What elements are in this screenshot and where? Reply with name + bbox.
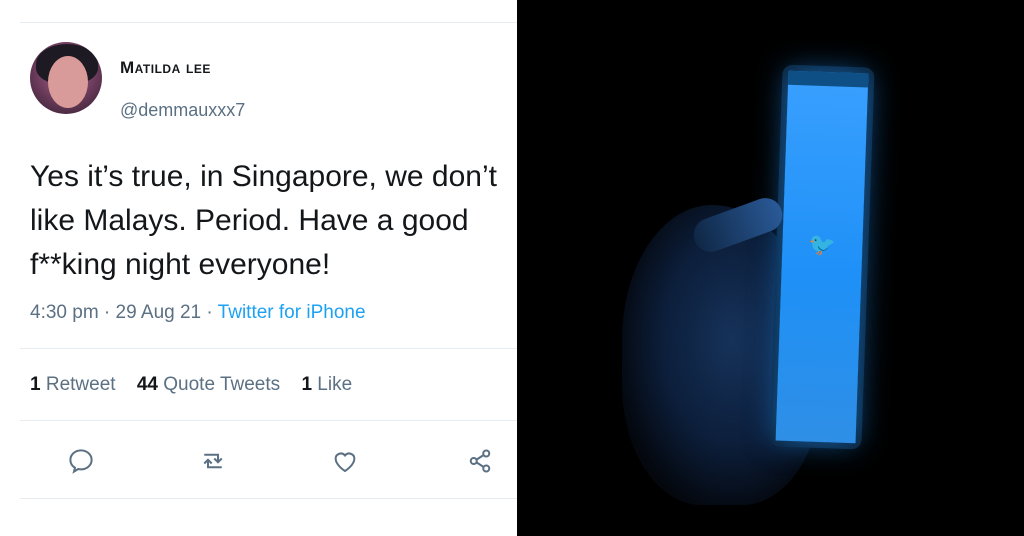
phone-status-bar <box>787 70 869 88</box>
smartphone: 🐦 <box>769 64 875 450</box>
like-icon <box>334 452 356 473</box>
retweet-count: 1 <box>30 374 41 395</box>
divider <box>20 498 517 499</box>
like-count: 1 <box>301 374 313 395</box>
tweet-source[interactable]: Twitter for iPhone <box>218 302 366 323</box>
tweet-stats: 1 Retweet 44 Quote Tweets 1 Like <box>30 374 368 396</box>
divider <box>20 22 517 23</box>
tweet-text: Yes it’s true, in Singapore, we don’t li… <box>30 160 497 281</box>
quote-label: Quote Tweets <box>163 374 281 395</box>
retweet-icon <box>203 453 223 469</box>
retweet-button[interactable] <box>198 446 228 476</box>
tweet-screenshot: Matilda lee @demmauxxx7 Yes it’s true, i… <box>0 0 517 536</box>
tweet-meta: 4:30 pm · 29 Aug 21 · Twitter for iPhone <box>30 302 366 324</box>
user-handle[interactable]: @demmauxxx7 <box>120 100 245 121</box>
share-button[interactable] <box>465 446 495 476</box>
like-stat[interactable]: 1 Like <box>301 374 352 395</box>
reply-icon <box>69 449 93 474</box>
share-icon <box>469 449 491 473</box>
phone-screen: 🐦 <box>775 70 869 444</box>
divider <box>20 420 517 421</box>
reply-button[interactable] <box>66 446 96 476</box>
avatar-face <box>48 56 88 108</box>
retweet-stat[interactable]: 1 Retweet <box>30 374 116 395</box>
twitter-bird-icon: 🐦 <box>808 231 837 258</box>
divider <box>20 348 517 349</box>
quote-count: 44 <box>136 374 158 395</box>
display-name[interactable]: Matilda lee <box>120 58 211 78</box>
avatar[interactable] <box>30 42 102 114</box>
like-button[interactable] <box>330 446 360 476</box>
retweet-label: Retweet <box>45 374 116 395</box>
quote-stat[interactable]: 44 Quote Tweets <box>137 374 280 395</box>
tweet-time[interactable]: 4:30 pm · 29 Aug 21 · <box>30 302 213 323</box>
phone-photo: 🐦 <box>517 0 1024 536</box>
like-label: Like <box>317 374 353 395</box>
